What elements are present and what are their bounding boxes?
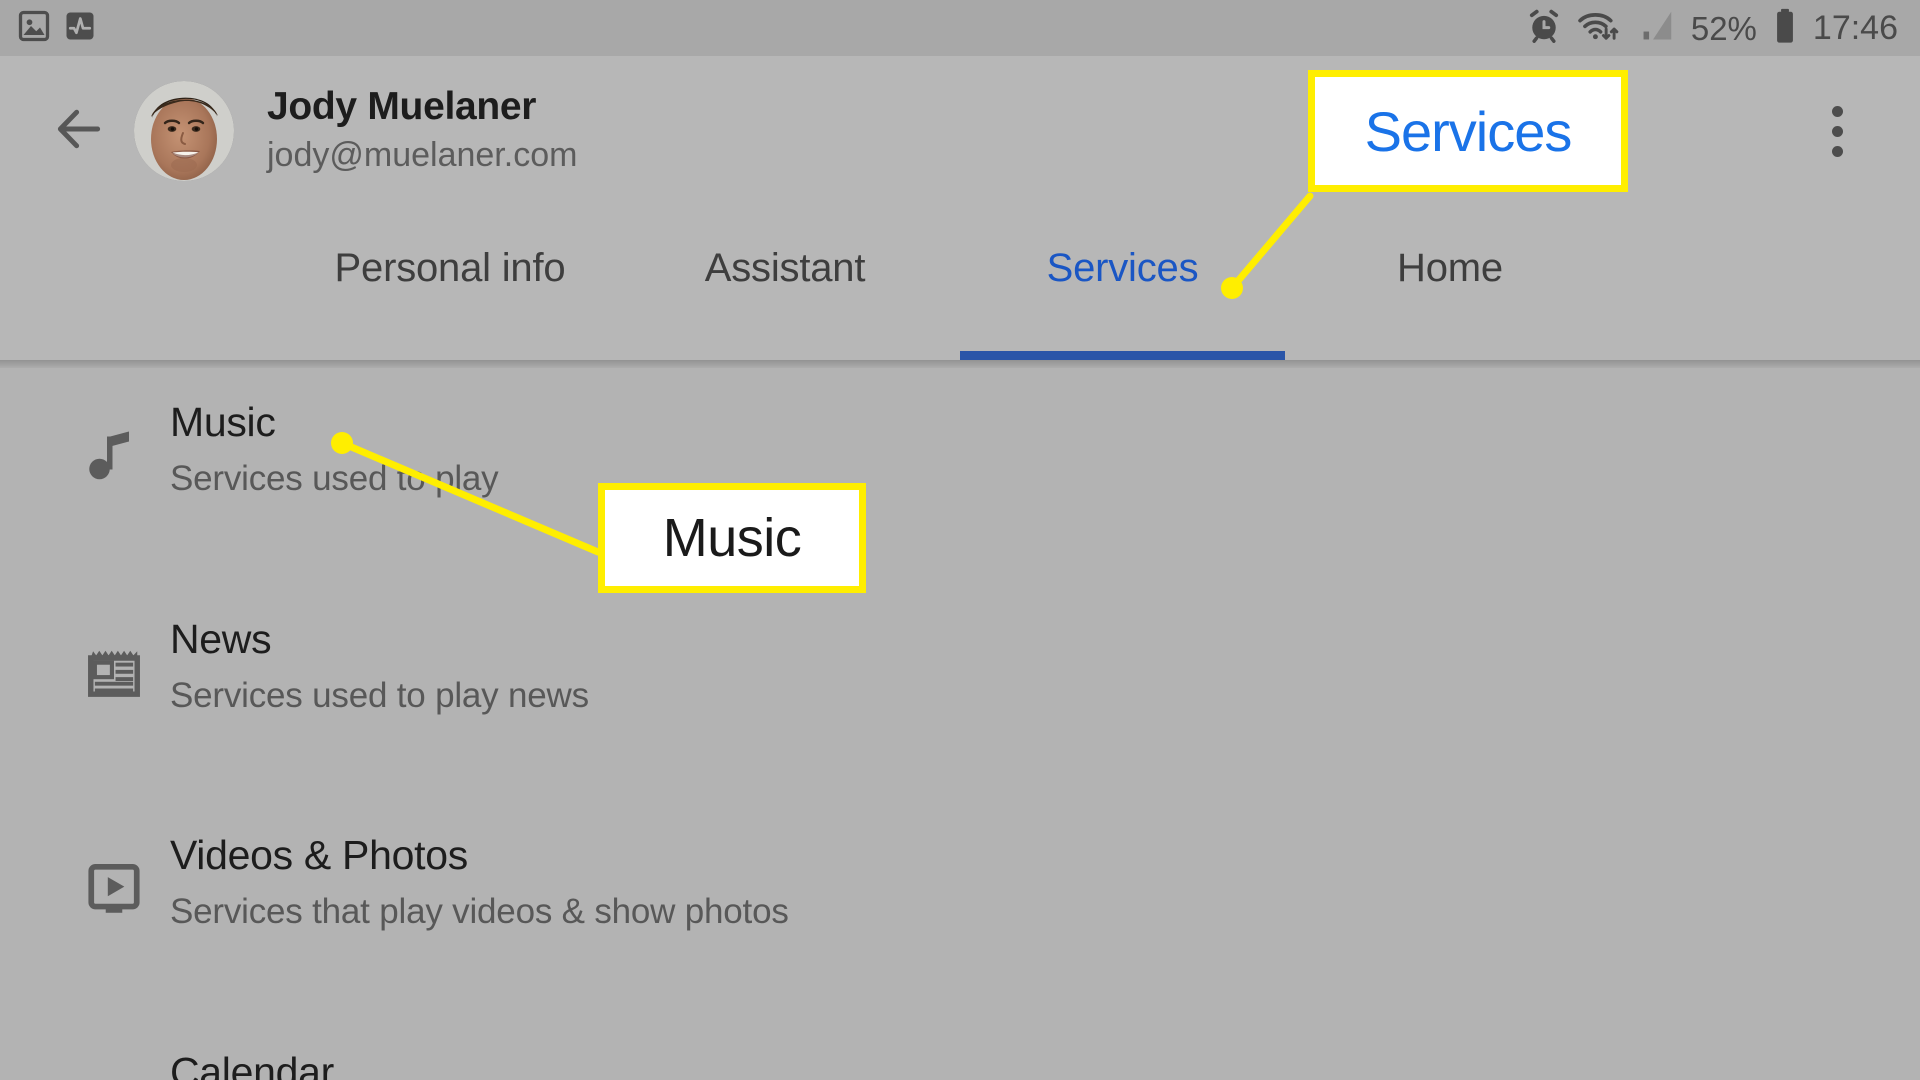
status-bar: 52% 17:46 [0, 0, 1920, 56]
more-vertical-icon [1831, 105, 1843, 157]
callout-services: Services [1308, 70, 1628, 192]
callout-services-label: Services [1364, 99, 1573, 163]
tab-home-label: Home [1397, 246, 1503, 290]
callout-music: Music [598, 483, 866, 593]
callout-music-label: Music [662, 508, 802, 568]
list-item-music-text: Music Services used to play [170, 398, 499, 501]
account-header: Jody Muelaner jody@muelaner.com Personal… [0, 56, 1920, 360]
tab-bar: Personal info Assistant Services Home [0, 206, 1920, 360]
list-item-videos-photos[interactable]: Videos & Photos Services that play video… [0, 831, 1920, 934]
account-row: Jody Muelaner jody@muelaner.com [0, 56, 1920, 206]
list-item-news-text: News Services used to play news [170, 615, 589, 718]
pulse-icon [62, 8, 98, 49]
tab-personal-info[interactable]: Personal info [300, 206, 600, 360]
avatar[interactable] [134, 81, 234, 181]
status-bar-left-icons [0, 8, 98, 49]
services-list: Music Services used to play News Service… [0, 368, 1920, 1080]
tab-services[interactable]: Services [960, 206, 1285, 360]
list-item-news-subtitle: Services used to play news [170, 676, 589, 716]
list-item-music[interactable]: Music Services used to play [0, 398, 1920, 501]
back-arrow-icon [51, 101, 107, 162]
back-button[interactable] [50, 102, 108, 160]
list-item-partial-text: Calendar [170, 1048, 334, 1080]
music-note-icon [76, 418, 152, 494]
list-item-videos-photos-title: Videos & Photos [170, 832, 468, 878]
alarm-icon [1525, 7, 1563, 50]
news-paper-icon [76, 635, 152, 711]
wifi-icon [1577, 7, 1623, 50]
list-item-news-title: News [170, 616, 272, 662]
battery-icon [1771, 7, 1799, 50]
list-item-news[interactable]: News Services used to play news [0, 615, 1920, 718]
partial-row-icon [76, 1068, 152, 1080]
list-item-videos-photos-subtitle: Services that play videos & show photos [170, 892, 789, 932]
list-item-music-subtitle: Services used to play [170, 459, 499, 499]
more-options-button[interactable] [1809, 95, 1865, 167]
video-monitor-icon [76, 851, 152, 927]
tab-active-indicator [960, 351, 1285, 360]
battery-percent-label: 52% [1690, 9, 1757, 47]
account-email: jody@muelaner.com [267, 136, 578, 175]
tab-assistant[interactable]: Assistant [660, 206, 910, 360]
tab-home[interactable]: Home [1340, 206, 1560, 360]
list-item-music-title: Music [170, 399, 276, 445]
status-bar-right-icons: 52% 17:46 [1525, 7, 1920, 50]
list-item-partial[interactable]: Calendar [0, 1048, 1920, 1080]
list-item-videos-photos-text: Videos & Photos Services that play video… [170, 831, 789, 934]
clock-label: 17:46 [1812, 8, 1898, 47]
cellular-signal-icon [1637, 7, 1677, 50]
tab-assistant-label: Assistant [704, 246, 866, 290]
tab-personal-info-label: Personal info [334, 246, 566, 290]
image-icon [16, 8, 52, 49]
account-text: Jody Muelaner jody@muelaner.com [267, 85, 577, 176]
list-item-partial-title: Calendar [170, 1049, 334, 1080]
tab-services-label: Services [1046, 246, 1199, 290]
account-name: Jody Muelaner [267, 85, 537, 129]
